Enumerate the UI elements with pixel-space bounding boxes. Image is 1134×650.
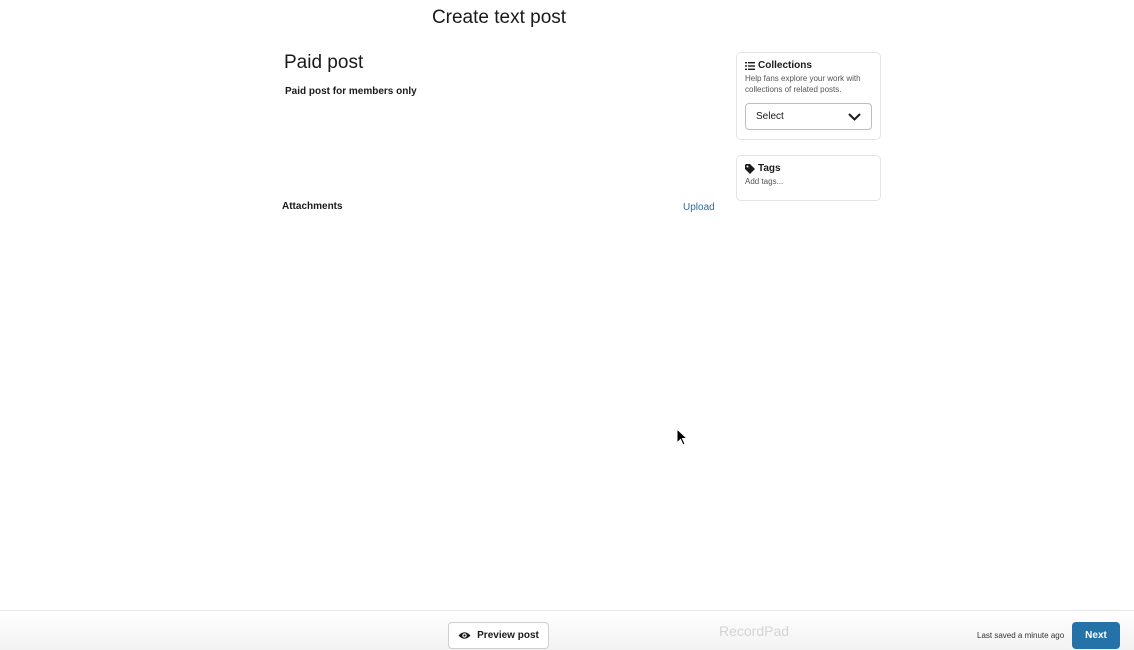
collections-title: Collections: [758, 60, 812, 71]
attachments-label: Attachments: [282, 201, 343, 212]
collections-select[interactable]: Select: [745, 103, 872, 130]
collections-description: Help fans explore your work with collect…: [745, 74, 861, 94]
list-icon: [745, 61, 755, 71]
tags-input[interactable]: Add tags...: [745, 177, 872, 186]
tag-icon: [745, 163, 755, 174]
chevron-down-icon: [848, 112, 861, 121]
preview-post-button[interactable]: Preview post: [448, 622, 549, 649]
post-title-field[interactable]: Paid post: [284, 52, 363, 74]
next-button[interactable]: Next: [1072, 622, 1120, 649]
preview-post-label: Preview post: [477, 630, 539, 641]
collections-select-value: Select: [756, 111, 784, 122]
upload-link[interactable]: Upload: [683, 202, 715, 213]
tags-card: Tags Add tags...: [736, 155, 881, 201]
last-saved-status: Last saved a minute ago: [977, 631, 1065, 640]
tags-title: Tags: [758, 163, 781, 174]
post-body-field[interactable]: Paid post for members only: [285, 86, 417, 97]
page-title: Create text post: [431, 7, 567, 28]
mouse-cursor-icon: [676, 427, 689, 451]
collections-header: Collections: [745, 60, 872, 71]
tags-header: Tags: [745, 163, 872, 174]
watermark: RecordPad: [719, 623, 790, 639]
collections-card: Collections Help fans explore your work …: [736, 52, 881, 140]
eye-icon: [458, 631, 471, 640]
footer-bar: Preview post RecordPad Last saved a minu…: [0, 610, 1134, 650]
